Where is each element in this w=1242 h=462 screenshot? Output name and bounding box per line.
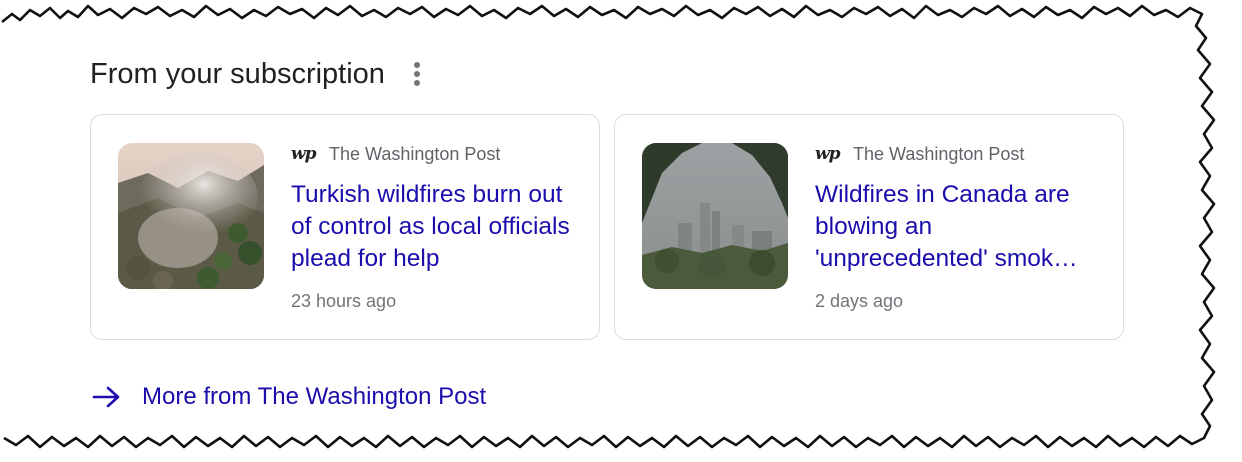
section-title: From your subscription — [90, 57, 385, 90]
wildfire-hillside-thumbnail[interactable] — [118, 143, 264, 289]
more-from-source-link[interactable]: More from The Washington Post — [92, 380, 486, 414]
washington-post-logo-icon: wp — [815, 144, 841, 164]
washington-post-logo-icon: wp — [291, 144, 317, 164]
source-name: The Washington Post — [853, 143, 1025, 164]
source-row: wp The Washington Post — [291, 143, 581, 165]
headline-link[interactable]: Wildfires in Canada are blowing an 'unpr… — [815, 179, 1105, 275]
section-heading: From your subscription — [90, 54, 423, 94]
source-row: wp The Washington Post — [815, 143, 1105, 165]
published-time: 23 hours ago — [291, 291, 397, 311]
news-card[interactable]: wp The Washington Post Wildfires in Cana… — [614, 114, 1124, 340]
arrow-right-icon — [92, 386, 120, 408]
headline-link[interactable]: Turkish wildfires burn out of control as… — [291, 179, 581, 275]
hazy-city-thumbnail[interactable] — [642, 143, 788, 289]
news-card[interactable]: wp The Washington Post Turkish wildfires… — [90, 114, 600, 340]
source-name: The Washington Post — [329, 143, 501, 164]
published-time: 2 days ago — [815, 291, 904, 311]
more-vert-icon[interactable] — [411, 59, 423, 89]
subscription-panel: From your subscription wp The Washington… — [0, 0, 1242, 462]
more-link-label: More from The Washington Post — [142, 383, 487, 410]
